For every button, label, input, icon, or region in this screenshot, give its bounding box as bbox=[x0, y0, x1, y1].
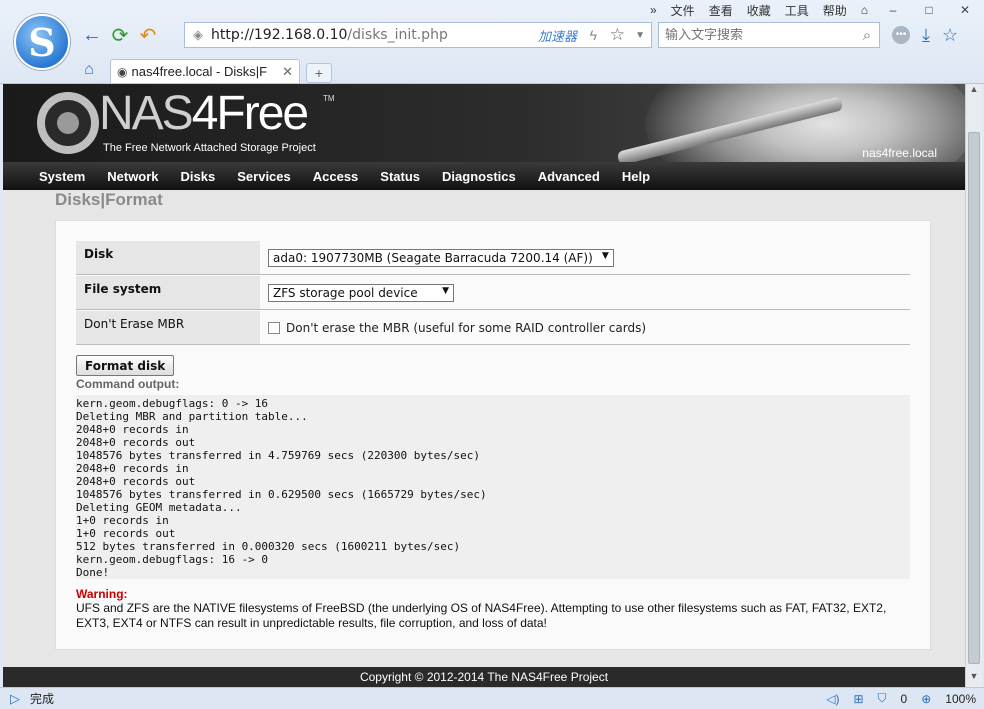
favorites-star-icon[interactable]: ☆ bbox=[942, 25, 958, 46]
speaker-icon[interactable]: ◁) bbox=[826, 692, 839, 706]
search-input[interactable] bbox=[665, 27, 855, 43]
mbr-label: Don't Erase MBR bbox=[76, 311, 260, 344]
nav-status[interactable]: Status bbox=[380, 169, 420, 184]
home-icon[interactable]: ⌂ bbox=[78, 61, 100, 83]
trademark: TM bbox=[323, 94, 335, 103]
nav-advanced[interactable]: Advanced bbox=[538, 169, 600, 184]
menu-help[interactable]: 帮助 bbox=[823, 2, 847, 19]
page-title: Disks|Format bbox=[55, 190, 163, 210]
mbr-row: Don't Erase MBR Don't erase the MBR (use… bbox=[76, 311, 910, 345]
nav-help[interactable]: Help bbox=[622, 169, 650, 184]
close-tab-icon[interactable]: ✕ bbox=[282, 64, 293, 80]
mbr-checkbox-label[interactable]: Don't erase the MBR (useful for some RAI… bbox=[286, 321, 646, 335]
nas4free-banner: NAS4Free TM The Free Network Attached St… bbox=[3, 84, 965, 162]
menu-file[interactable]: 文件 bbox=[671, 2, 695, 19]
command-output-label: Command output: bbox=[76, 377, 180, 391]
menu-favorites[interactable]: 收藏 bbox=[747, 2, 771, 19]
right-toolbar: ••• ⤓ ☆ bbox=[892, 22, 958, 48]
scroll-down-icon[interactable]: ▼ bbox=[966, 671, 982, 687]
nav-services[interactable]: Services bbox=[237, 169, 291, 184]
nav-buttons: ← ⟳ ↶ bbox=[78, 22, 162, 48]
status-text: 完成 bbox=[30, 692, 55, 706]
skin-icon[interactable]: ⌂ bbox=[861, 3, 868, 17]
nas4free-logo-icon bbox=[37, 92, 99, 154]
chevron-down-icon: ▼ bbox=[601, 251, 609, 261]
format-panel: Disk ada0: 1907730MB (Seagate Barracuda … bbox=[55, 220, 931, 650]
tab-active[interactable]: ◉ nas4free.local - Disks|F ✕ bbox=[110, 59, 300, 83]
url-path: /disks_init.php bbox=[347, 27, 448, 43]
nav-system[interactable]: System bbox=[39, 169, 85, 184]
url-dropdown-icon[interactable]: ▼ bbox=[635, 30, 645, 41]
filesystem-row: File system ZFS storage pool device ▼ bbox=[76, 276, 910, 310]
menu-view[interactable]: 查看 bbox=[709, 2, 733, 19]
warning-text: UFS and ZFS are the NATIVE filesystems o… bbox=[76, 601, 887, 630]
hostname-label: nas4free.local bbox=[862, 146, 937, 160]
blocked-count: 0 bbox=[900, 691, 908, 706]
breadcrumb-format[interactable]: Format bbox=[105, 190, 163, 209]
disk-row: Disk ada0: 1907730MB (Seagate Barracuda … bbox=[76, 241, 910, 275]
nav-disks[interactable]: Disks bbox=[181, 169, 216, 184]
page-footer: Copyright © 2012-2014 The NAS4Free Proje… bbox=[3, 667, 965, 687]
more-icon[interactable]: ••• bbox=[892, 26, 910, 44]
download-icon[interactable]: ⤓ bbox=[922, 25, 930, 46]
breadcrumb-disks[interactable]: Disks bbox=[55, 190, 100, 209]
menu-tools[interactable]: 工具 bbox=[785, 2, 809, 19]
format-disk-button[interactable]: Format disk bbox=[76, 355, 175, 376]
new-tab-button[interactable]: + bbox=[306, 63, 332, 83]
accelerator-label[interactable]: 加速器 bbox=[538, 26, 577, 45]
search-box: ⌕ bbox=[658, 22, 880, 48]
tagline: The Free Network Attached Storage Projec… bbox=[103, 142, 316, 154]
disk-label: Disk bbox=[76, 241, 260, 274]
url-host: http://192.168.0.10 bbox=[211, 27, 348, 43]
shield-icon: ◈ bbox=[193, 27, 203, 42]
tab-strip: ⌂ ◉ nas4free.local - Disks|F ✕ + bbox=[78, 57, 332, 83]
status-bar: ▷ 完成 ◁) ⊞ ⛉ 0 ⊕ 100% bbox=[0, 687, 984, 709]
menu-expand-icon[interactable]: » bbox=[650, 3, 657, 17]
back-arrow-icon[interactable]: ← bbox=[78, 23, 106, 47]
address-bar[interactable]: ◈ http://192.168.0.10/disks_init.php 加速器… bbox=[184, 22, 652, 48]
vertical-scrollbar[interactable]: ▲ ▼ bbox=[965, 84, 982, 687]
nav-diagnostics[interactable]: Diagnostics bbox=[442, 169, 516, 184]
tab-title: nas4free.local - Disks|F bbox=[131, 64, 268, 79]
filesystem-label: File system bbox=[76, 276, 260, 309]
nav-network[interactable]: Network bbox=[107, 169, 158, 184]
lightning-icon[interactable]: ϟ bbox=[590, 27, 597, 43]
adblock-icon[interactable]: ⛉ bbox=[878, 691, 887, 706]
minimize-icon[interactable]: – bbox=[882, 3, 904, 17]
filesystem-select[interactable]: ZFS storage pool device ▼ bbox=[268, 284, 454, 302]
close-window-icon[interactable]: ✕ bbox=[954, 3, 976, 17]
mbr-checkbox[interactable] bbox=[268, 321, 280, 334]
zoom-level[interactable]: 100% bbox=[945, 692, 976, 706]
browser-chrome: S » 文件 查看 收藏 工具 帮助 ⌂ – □ ✕ ← ⟳ ↶ ◈ http:… bbox=[0, 0, 984, 84]
favicon-icon: ◉ bbox=[117, 64, 128, 79]
scroll-up-icon[interactable]: ▲ bbox=[966, 84, 982, 100]
scrollbar-thumb[interactable] bbox=[968, 132, 980, 664]
sidebar-toggle-icon[interactable]: ▷ bbox=[0, 691, 30, 707]
warning-heading: Warning: bbox=[76, 587, 128, 601]
chevron-down-icon: ▼ bbox=[442, 286, 449, 296]
refresh-icon[interactable]: ⟳ bbox=[106, 23, 134, 47]
browser-menubar: » 文件 查看 收藏 工具 帮助 ⌂ – □ ✕ bbox=[650, 1, 976, 19]
zoom-icon[interactable]: ⊕ bbox=[921, 692, 931, 706]
command-output: kern.geom.debugflags: 0 -> 16 Deleting M… bbox=[76, 395, 910, 579]
disk-select[interactable]: ada0: 1907730MB (Seagate Barracuda 7200.… bbox=[268, 249, 614, 267]
extensions-icon[interactable]: ⊞ bbox=[853, 692, 863, 706]
bookmark-star-icon[interactable]: ☆ bbox=[610, 25, 625, 45]
undo-icon[interactable]: ↶ bbox=[134, 23, 162, 47]
page-viewport: NAS4Free TM The Free Network Attached St… bbox=[3, 84, 965, 687]
nav-access[interactable]: Access bbox=[313, 169, 359, 184]
maximize-icon[interactable]: □ bbox=[918, 3, 940, 17]
main-nav: System Network Disks Services Access Sta… bbox=[3, 162, 965, 190]
search-icon[interactable]: ⌕ bbox=[855, 27, 879, 44]
brand-logo: NAS4Free bbox=[99, 87, 309, 140]
browser-logo-icon: S bbox=[14, 14, 70, 70]
